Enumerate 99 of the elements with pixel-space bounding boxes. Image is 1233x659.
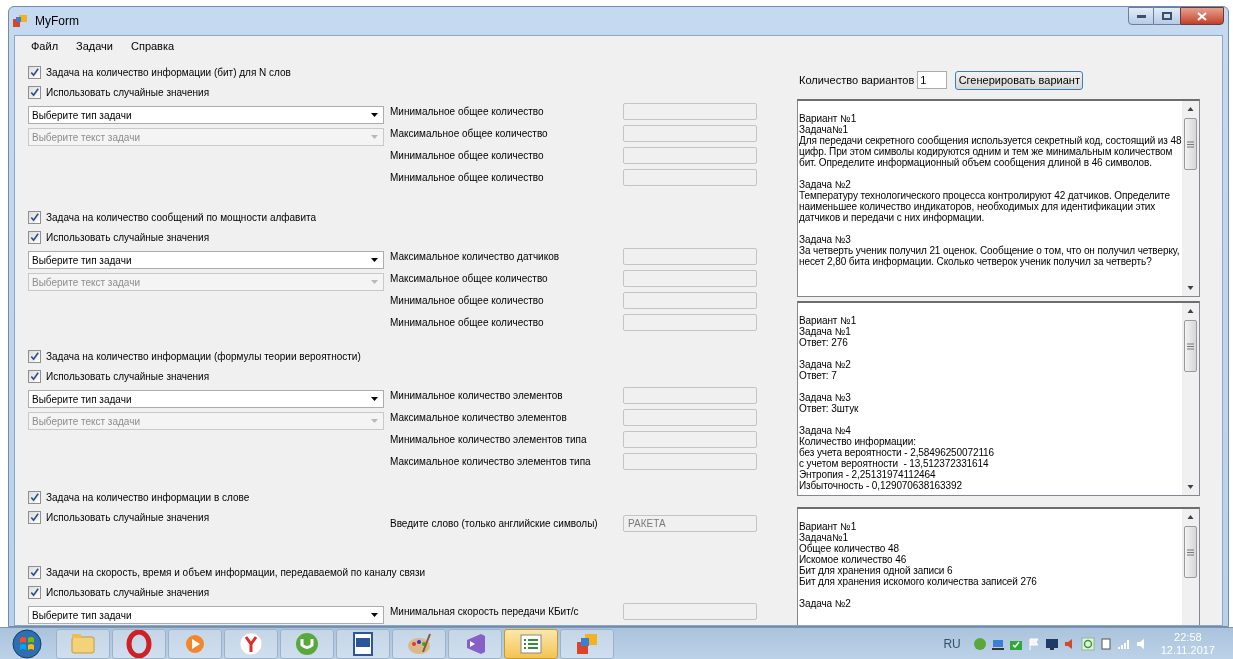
- taskbar-button[interactable]: [392, 628, 446, 659]
- input-field[interactable]: [623, 408, 757, 426]
- close-button[interactable]: [1180, 7, 1224, 25]
- maximize-icon: [1162, 12, 1172, 20]
- field-label: Максимальное количество элементов: [390, 410, 568, 425]
- output-text: Вариант №1 Задача№1 Для передачи секретного сообщения используется секретный код, состоящий из 48 цифр. При этом символы кодируются одним и тем же минимальным количеством бит. Определите информационный объем сообщения длиной в 46 символов. Задача №2 Температуру технологического процесса контролируют 42 датчиков. Определите наименьшее количество индикаторов, необходимых для идентификации этих датчиков и передачи с них информации. Задача №3 За четверть ученик получил 21 оценок. Сообщение о том, что он получил четверку, несет 2,80 бита информации. Сколько четверок ученик получил за четверть?: [798, 112, 1182, 269]
- scrollbar[interactable]: [1182, 303, 1199, 495]
- output-text: Вариант №1 Задача №1 Ответ: 276 Задача №2 Ответ: 7 Задача №3 Ответ: 3штук Задача №4 Количество информации: без учета вероятности - 2,58496250072116 с учетом вероятности - 13,512372331614 Энтропия - 2,25131974112464 Избыточность - 0,129070638163392: [798, 314, 996, 493]
- output-text: Вариант №1 Задача№1 Общее количество 48 Искомое количество 46 Бит для хранения одной записи 6 Бит для хранения искомого количества записей 276 Задача №2: [798, 520, 1038, 611]
- caret-icon: [371, 280, 378, 284]
- field-label: Максимальное количество датчиков: [390, 249, 561, 264]
- menu-item[interactable]: Задачи: [68, 37, 121, 56]
- checkbox-label[interactable]: Задача на количество информации (формулы теории вероятности): [46, 348, 361, 364]
- monitor-icon[interactable]: [1044, 636, 1059, 651]
- checkbox-label[interactable]: Задача на количество информации (бит) для N слов: [46, 64, 291, 80]
- input-field[interactable]: [623, 124, 757, 142]
- checkbox-label[interactable]: Использовать случайные значения: [46, 509, 210, 525]
- checkbox-label[interactable]: Использовать случайные значения: [46, 229, 210, 245]
- input-field[interactable]: [623, 269, 757, 287]
- count-field[interactable]: 1: [917, 71, 948, 89]
- input-field[interactable]: [623, 102, 757, 120]
- minimize-icon: [1136, 14, 1146, 18]
- taskbar-button[interactable]: [112, 628, 166, 659]
- checkbox-label[interactable]: Задача на количество информации в слове: [46, 489, 250, 505]
- dropdown[interactable]: Выберите тип задачи: [28, 390, 384, 408]
- field-label: Минимальная скорость передачи КБит/с: [390, 604, 580, 619]
- grip-icon: [1187, 140, 1194, 148]
- checkbox-label[interactable]: Задачи на скорость, время и объем информации, передаваемой по каналу связи: [46, 564, 426, 580]
- scroll-thumb[interactable]: [1184, 526, 1197, 578]
- menu-item[interactable]: Файл: [23, 37, 67, 56]
- field-label: Минимальное количество элементов типа: [390, 432, 588, 447]
- close-icon: [1197, 11, 1207, 21]
- input-field[interactable]: РАКЕТА: [623, 514, 757, 532]
- window-title: MyForm: [35, 13, 79, 30]
- scroll-thumb[interactable]: [1184, 320, 1197, 372]
- input-field[interactable]: [623, 313, 757, 331]
- taskbar-button[interactable]: [280, 628, 334, 659]
- grip-icon: [1187, 548, 1194, 556]
- field-label: Введите слово (только английские символы): [390, 516, 599, 531]
- caret-icon: [371, 113, 378, 117]
- checkbox-label[interactable]: Использовать случайные значения: [46, 368, 210, 384]
- field-label: Минимальное общее количество: [390, 148, 545, 163]
- caret-icon: [371, 419, 378, 423]
- checkbox[interactable]: [28, 210, 41, 224]
- variants-label: Количество вариантов: [799, 72, 915, 88]
- caret-icon: [371, 135, 378, 139]
- app-icon: [13, 14, 29, 28]
- input-field[interactable]: [623, 168, 757, 186]
- ring-icon: [125, 629, 153, 658]
- caret-icon: [371, 397, 378, 401]
- input-field[interactable]: [623, 386, 757, 404]
- scrollbar[interactable]: [1182, 101, 1199, 296]
- generate-button[interactable]: Сгенерировать вариант: [955, 70, 1084, 90]
- dropdown[interactable]: Выберите тип задачи: [28, 606, 384, 624]
- field-label: Максимальное общее количество: [390, 126, 549, 141]
- caret-icon: [371, 613, 378, 617]
- scroll-thumb[interactable]: [1184, 118, 1197, 170]
- checkbox[interactable]: [28, 490, 41, 504]
- checkbox-label[interactable]: Использовать случайные значения: [46, 84, 210, 100]
- checkbox[interactable]: [28, 565, 41, 579]
- maximize-button[interactable]: [1154, 7, 1180, 25]
- taskbar-button[interactable]: [224, 628, 278, 659]
- input-field[interactable]: [623, 291, 757, 309]
- start-button[interactable]: [11, 628, 43, 659]
- caret-icon: [371, 258, 378, 262]
- dropdown[interactable]: Выберите тип задачи: [28, 106, 384, 124]
- input-field[interactable]: [623, 146, 757, 164]
- scrollbar[interactable]: [1182, 509, 1199, 625]
- checkbox[interactable]: [28, 85, 41, 99]
- field-label: Минимальное общее количество: [390, 315, 545, 330]
- taskbar-button[interactable]: [560, 628, 614, 659]
- checkbox[interactable]: [28, 369, 41, 383]
- checkbox[interactable]: [28, 585, 41, 599]
- input-field[interactable]: [623, 430, 757, 448]
- checkbox-label[interactable]: Задача на количество сообщений по мощности алфавита: [46, 209, 316, 225]
- input-field[interactable]: [623, 452, 757, 470]
- field-label: Максимальное общее количество: [390, 271, 549, 286]
- language-indicator[interactable]: RU: [943, 634, 961, 653]
- field-label: Минимальное общее количество: [390, 293, 545, 308]
- checkbox[interactable]: [28, 230, 41, 244]
- input-field[interactable]: [623, 602, 757, 620]
- menu-item[interactable]: Справка: [123, 37, 183, 56]
- taskbar-button[interactable]: [336, 628, 390, 659]
- taskbar-button[interactable]: [448, 628, 502, 659]
- checkbox-label[interactable]: Использовать случайные значения: [46, 584, 210, 600]
- taskbar-button[interactable]: [504, 628, 558, 659]
- checkbox[interactable]: [28, 65, 41, 79]
- letter-y-icon: [237, 629, 265, 658]
- grip-icon: [1187, 342, 1194, 350]
- field-label: Минимальное количество элементов: [390, 388, 564, 403]
- minimize-button[interactable]: [1128, 7, 1154, 25]
- field-label: Минимальное общее количество: [390, 104, 545, 119]
- dropdown[interactable]: Выберите тип задачи: [28, 251, 384, 269]
- checkbox[interactable]: [28, 349, 41, 363]
- checkbox[interactable]: [28, 510, 41, 524]
- field-label: Минимальное общее количество: [390, 170, 545, 185]
- sync-icon[interactable]: [1080, 636, 1095, 651]
- input-field[interactable]: [623, 247, 757, 265]
- field-label: Максимальное количество элементов типа: [390, 454, 592, 469]
